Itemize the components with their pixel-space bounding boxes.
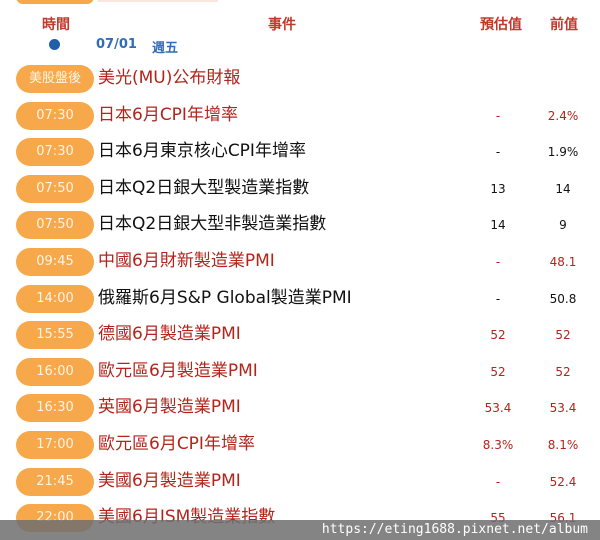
forecast-value: 13	[490, 181, 506, 196]
forecast-value: 53.4	[484, 401, 512, 416]
previous-value: 2.4%	[547, 108, 579, 123]
header-event: 事件	[268, 17, 296, 33]
cropped-time-pill	[16, 0, 94, 4]
event-row[interactable]: 14:00 俄羅斯6月S&P Global製造業PMI - 50.8	[0, 279, 600, 316]
time-pill: 16:00	[16, 357, 94, 386]
time-pill: 09:45	[16, 247, 94, 276]
forecast-value: 52	[490, 364, 506, 379]
time-pill: 07:30	[16, 138, 94, 167]
header-forecast: 預估值	[480, 17, 522, 33]
event-row[interactable]: 21:45 美國6月製造業PMI - 52.4	[0, 462, 600, 499]
time-pill: 17:00	[16, 430, 94, 459]
event-row[interactable]: 07:30 日本6月CPI年增率 - 2.4%	[0, 96, 600, 133]
event-name: 日本6月CPI年增率	[98, 104, 238, 125]
event-name: 美國6月製造業PMI	[98, 470, 241, 491]
forecast-value: 14	[490, 218, 506, 233]
previous-value: 48.1	[549, 254, 577, 269]
previous-value: 14	[555, 181, 571, 196]
header-previous: 前值	[550, 17, 578, 33]
event-name: 日本6月東京核心CPI年增率	[98, 141, 306, 162]
event-row[interactable]: 17:00 歐元區6月CPI年增率 8.3% 8.1%	[0, 425, 600, 462]
weekday-label: 週五	[152, 41, 179, 56]
table-header: 時間 事件 預估值 前值	[0, 10, 600, 34]
time-pill: 21:45	[16, 467, 94, 496]
previous-value: 52	[555, 364, 571, 379]
event-name: 日本Q2日銀大型製造業指數	[98, 177, 310, 198]
forecast-value: 8.3%	[482, 437, 514, 452]
time-pill: 16:30	[16, 394, 94, 423]
event-name: 德國6月製造業PMI	[98, 324, 241, 345]
previous-value: 50.8	[549, 291, 577, 306]
forecast-value: -	[495, 291, 501, 306]
time-pill: 15:55	[16, 321, 94, 350]
event-row[interactable]: 15:55 德國6月製造業PMI 52 52	[0, 315, 600, 352]
previous-value: 52.4	[549, 474, 577, 489]
previous-value: 52	[555, 328, 571, 343]
event-row[interactable]: 16:30 英國6月製造業PMI 53.4 53.4	[0, 388, 600, 425]
date-dot-icon	[49, 39, 60, 50]
previous-value: 9	[559, 218, 567, 233]
forecast-value: -	[495, 474, 501, 489]
event-name: 俄羅斯6月S&P Global製造業PMI	[98, 287, 352, 308]
event-name: 歐元區6月製造業PMI	[98, 360, 258, 381]
previous-value: 1.9%	[547, 145, 579, 160]
event-list: 美股盤後 美光(MU)公布財報 07:30 日本6月CPI年增率 -2.4% 07:30 日…	[0, 59, 600, 535]
event-row[interactable]: 美股盤後 美光(MU)公布財報	[0, 59, 600, 96]
event-row[interactable]: 07:50 日本Q2日銀大型製造業指數 13 14	[0, 169, 600, 206]
time-pill: 07:50	[16, 211, 94, 240]
forecast-value: -	[495, 108, 501, 123]
forecast-value: 52	[490, 328, 506, 343]
forecast-value: -	[495, 145, 501, 160]
cropped-event-text	[98, 0, 218, 2]
time-pill: 14:00	[16, 284, 94, 313]
date-label: 07/01	[96, 37, 137, 52]
time-pill: 07:30	[16, 101, 94, 130]
header-time: 時間	[42, 17, 70, 33]
previous-value: 8.1%	[547, 437, 579, 452]
event-name: 歐元區6月CPI年增率	[98, 433, 255, 454]
event-row[interactable]: 07:50 日本Q2日銀大型非製造業指數 14 9	[0, 205, 600, 242]
date-row: 07/01 週五	[0, 34, 600, 56]
event-row[interactable]: 07:30 日本6月東京核心CPI年增率 - 1.9%	[0, 132, 600, 169]
event-name: 美光(MU)公布財報	[98, 68, 241, 88]
watermark-url: https://eting1688.pixnet.net/album	[0, 520, 600, 540]
time-pill: 美股盤後	[16, 65, 94, 93]
previous-value: 53.4	[549, 401, 577, 416]
event-name: 英國6月製造業PMI	[98, 397, 241, 418]
forecast-value: -	[495, 254, 501, 269]
event-row[interactable]: 09:45 中國6月財新製造業PMI - 48.1	[0, 242, 600, 279]
time-pill: 07:50	[16, 174, 94, 203]
economic-calendar-page: 時間 事件 預估值 前值 07/01 週五 美股盤後 美光(MU)公布財報 07:3…	[0, 0, 600, 540]
event-row[interactable]: 16:00 歐元區6月製造業PMI 52 52	[0, 352, 600, 389]
event-name: 日本Q2日銀大型非製造業指數	[98, 214, 327, 235]
event-name: 中國6月財新製造業PMI	[98, 250, 275, 271]
